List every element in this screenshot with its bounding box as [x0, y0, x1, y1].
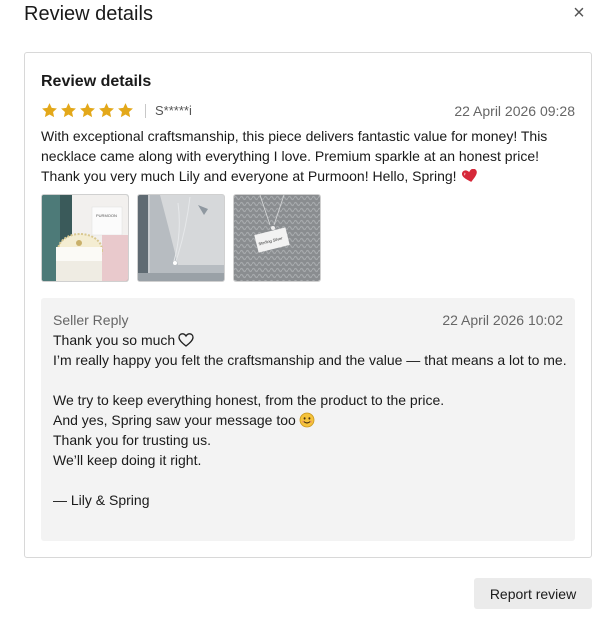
reply-line: Thank you so much [53, 330, 568, 350]
reply-line [53, 370, 568, 390]
seller-reply-date: 22 April 2026 10:02 [442, 312, 563, 328]
reply-line: I’m really happy you felt the craftsmans… [53, 352, 567, 368]
necklace-on-neck-photo [138, 195, 224, 281]
reply-line: Thank you for trusting us. [53, 432, 211, 448]
reply-line: We try to keep everything honest, from t… [53, 392, 445, 408]
review-photo-1[interactable]: PURMOON [41, 194, 129, 282]
seller-reply-body: Thank you so much I’m really happy you f… [53, 330, 568, 510]
reply-line: And yes, Spring saw your message too [53, 410, 568, 430]
divider [145, 104, 146, 118]
smiling-face-icon [299, 412, 315, 428]
seller-reply: Seller Reply 22 April 2026 10:02 Thank y… [41, 298, 575, 541]
star-icon [42, 103, 57, 118]
report-review-button[interactable]: Report review [474, 578, 592, 609]
pendant-on-knit-photo: Sterling Silver [234, 195, 320, 281]
seller-reply-label: Seller Reply [53, 312, 129, 328]
reply-line: — Lily & Spring [53, 492, 150, 508]
star-icon [99, 103, 114, 118]
reviewer-name: S*****i [155, 103, 192, 118]
star-icon [61, 103, 76, 118]
review-text: With exceptional craftsmanship, this pie… [41, 126, 575, 186]
review-card: Review details S*****i 22 April 2026 09:… [24, 52, 592, 558]
review-date: 22 April 2026 09:28 [454, 103, 575, 119]
reply-line [53, 470, 568, 490]
star-icon [118, 103, 133, 118]
star-rating [41, 102, 134, 119]
modal-title: Review details [24, 3, 153, 25]
red-heart-icon [462, 169, 478, 182]
seller-reply-header: Seller Reply 22 April 2026 10:02 [53, 312, 563, 330]
review-photo-2[interactable] [137, 194, 225, 282]
review-photos: PURMOON Sterling Silver [41, 194, 321, 282]
white-heart-icon [178, 333, 194, 347]
rating-row: S*****i 22 April 2026 09:28 [41, 102, 575, 122]
svg-text:PURMOON: PURMOON [96, 213, 117, 218]
review-photo-3[interactable]: Sterling Silver [233, 194, 321, 282]
reply-line-text: Thank you so much [53, 332, 176, 348]
star-icon [80, 103, 95, 118]
jewelry-box-photo: PURMOON [42, 195, 128, 281]
reply-line-text: And yes, Spring saw your message too [53, 412, 296, 428]
review-card-title: Review details [41, 73, 152, 90]
reply-line: We’ll keep doing it right. [53, 452, 202, 468]
review-details-modal: Review details × Review details S*****i … [0, 0, 616, 617]
close-icon[interactable]: × [568, 2, 590, 24]
